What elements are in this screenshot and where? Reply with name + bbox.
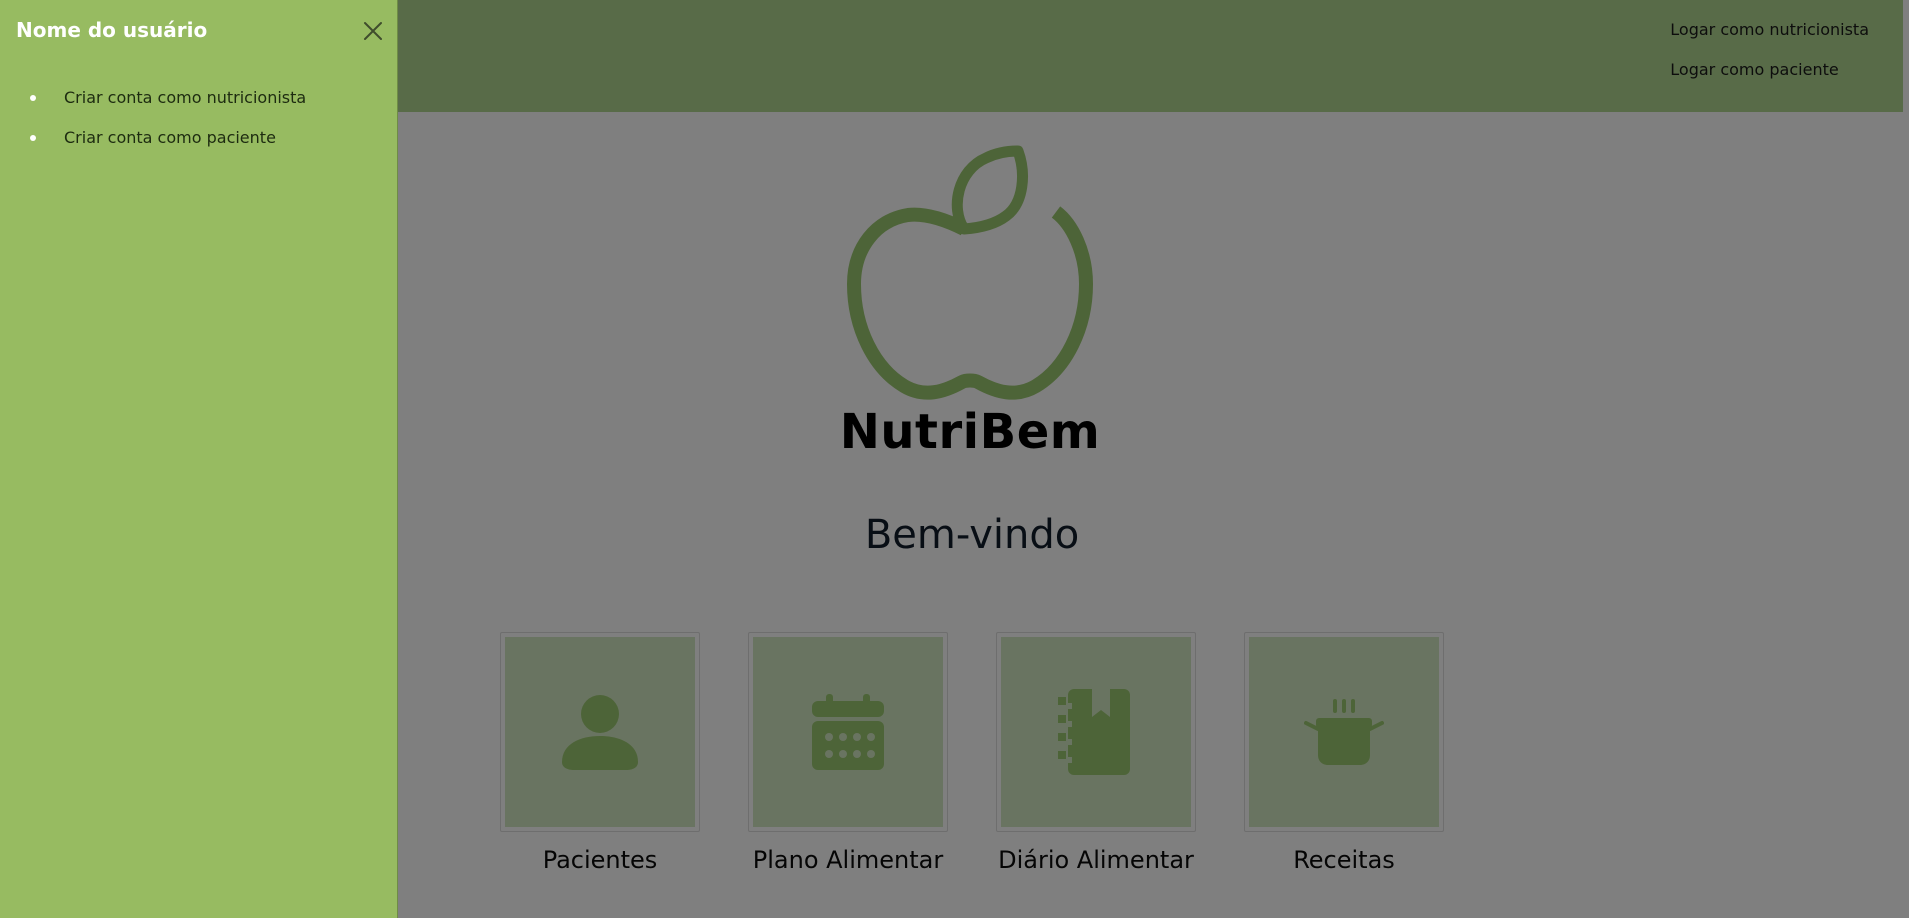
- bullet-icon: [30, 135, 36, 141]
- close-icon: [364, 22, 382, 40]
- menu-item-label: Criar conta como paciente: [64, 128, 276, 147]
- drawer-title: Nome do usuário: [16, 18, 208, 42]
- create-patient-account-item[interactable]: Criar conta como paciente: [0, 124, 306, 164]
- create-nutritionist-account-item[interactable]: Criar conta como nutricionista: [0, 84, 306, 124]
- drawer-menu: Criar conta como nutricionista Criar con…: [0, 84, 306, 164]
- bullet-icon: [30, 95, 36, 101]
- close-drawer-button[interactable]: [360, 18, 386, 44]
- user-sidebar-drawer: Nome do usuário Criar conta como nutrici…: [0, 0, 398, 918]
- menu-item-label: Criar conta como nutricionista: [64, 88, 307, 107]
